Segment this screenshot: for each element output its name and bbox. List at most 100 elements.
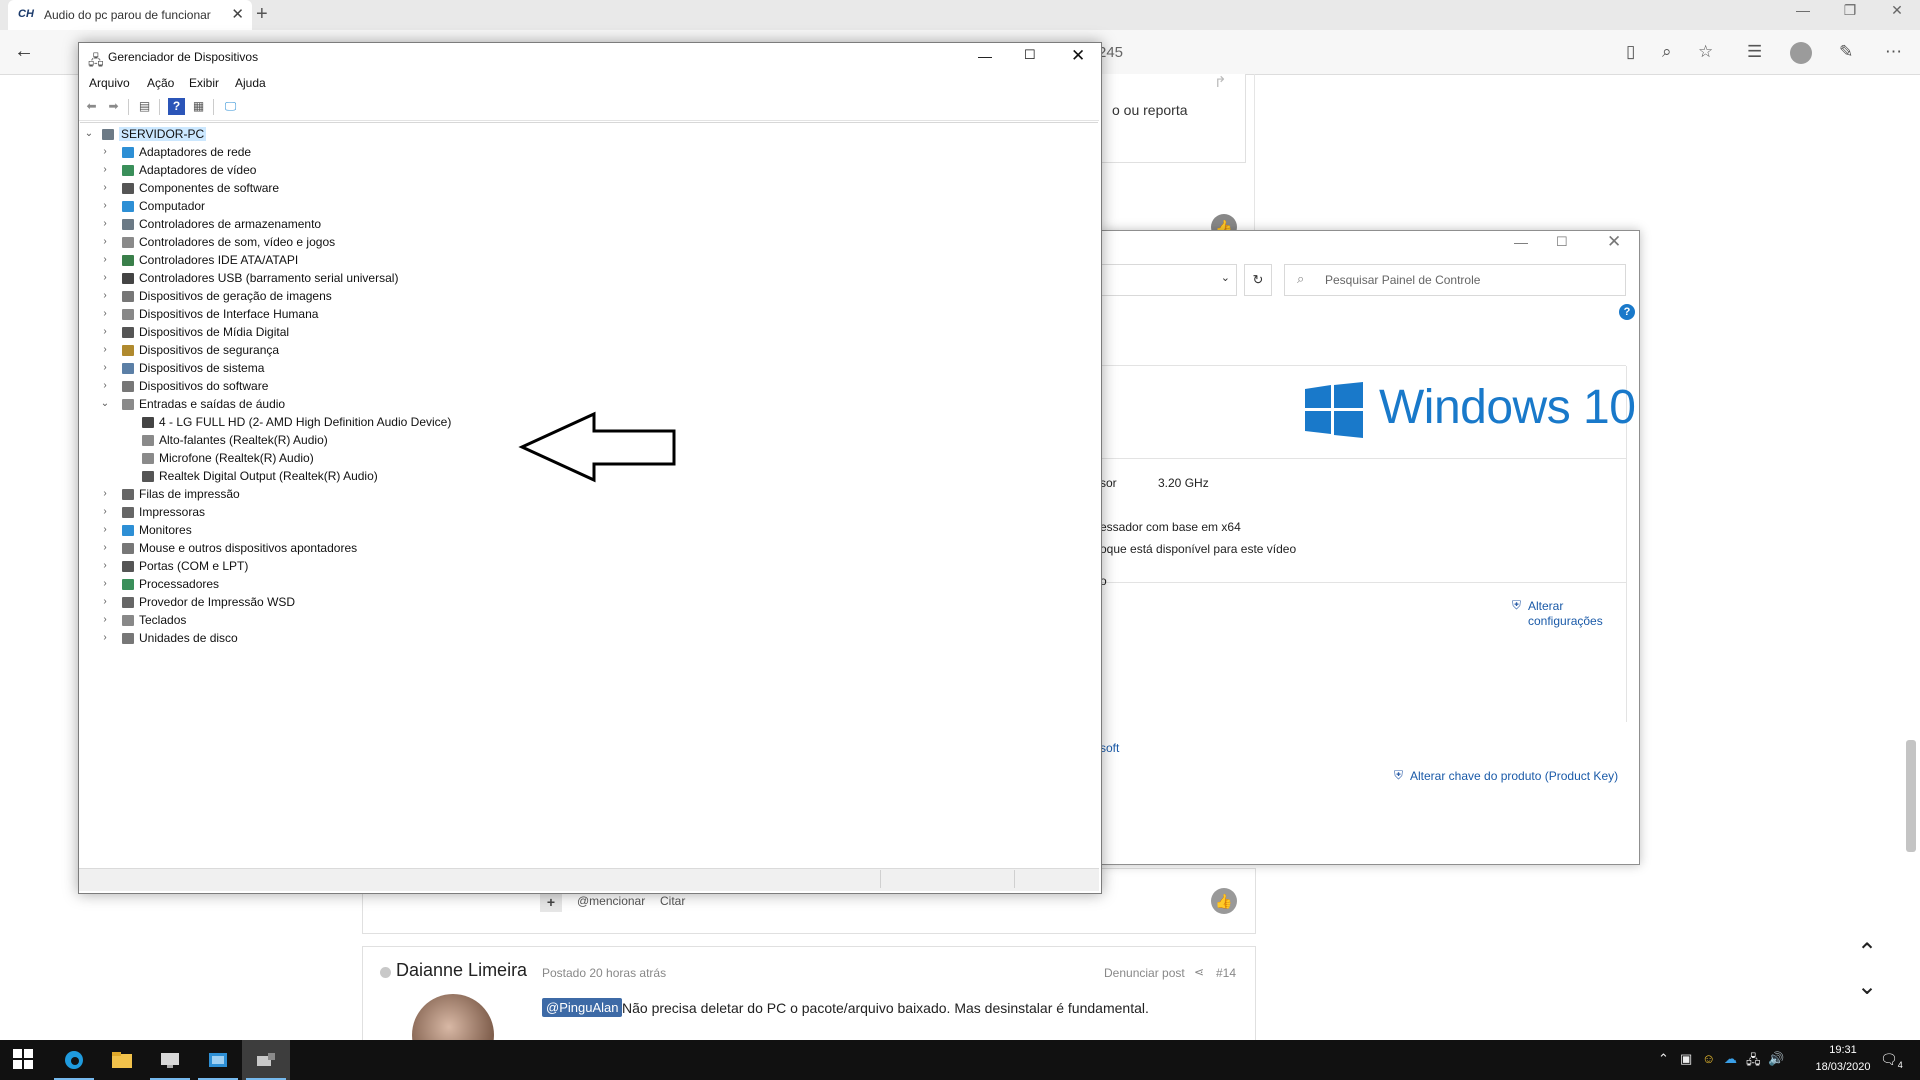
chevron-right-icon[interactable]: › <box>100 326 110 337</box>
device-category[interactable]: › Adaptadores de vídeo <box>80 162 680 180</box>
immersive-reader-icon[interactable]: ▯ <box>1626 42 1635 62</box>
chevron-right-icon[interactable]: › <box>100 290 110 301</box>
change-settings-link[interactable]: Alterar <box>1528 599 1563 613</box>
cp-close-button[interactable]: ✕ <box>1607 232 1621 252</box>
favorite-star-icon[interactable]: ☆ <box>1698 42 1713 62</box>
help-icon[interactable]: ? <box>168 98 185 115</box>
chevron-down-icon[interactable]: ⌄ <box>1221 271 1230 284</box>
device-category[interactable]: › Dispositivos de Mídia Digital <box>80 324 680 342</box>
mention-link[interactable]: @mencionar <box>577 894 645 908</box>
close-button[interactable]: ✕ <box>1071 46 1085 66</box>
taskbar-app-device-manager-active[interactable] <box>242 1040 290 1080</box>
chevron-right-icon[interactable]: › <box>100 506 110 517</box>
device-category[interactable]: › Dispositivos de Interface Humana <box>80 306 680 324</box>
new-tab-button[interactable]: + <box>256 3 268 26</box>
favorites-list-icon[interactable]: ☰ <box>1747 42 1762 62</box>
device-category[interactable]: › Portas (COM e LPT) <box>80 558 680 576</box>
chevron-right-icon[interactable]: › <box>100 488 110 499</box>
chevron-right-icon[interactable]: › <box>100 632 110 643</box>
device-category[interactable]: › Dispositivos de sistema <box>80 360 680 378</box>
chevron-right-icon[interactable]: › <box>100 560 110 571</box>
back-icon[interactable]: ⬅ <box>83 98 100 115</box>
chevron-right-icon[interactable]: › <box>100 272 110 283</box>
tray-app-icon[interactable]: ▣ <box>1680 1051 1692 1067</box>
chevron-right-icon[interactable]: › <box>100 542 110 553</box>
onedrive-icon[interactable]: ☁ <box>1724 1051 1737 1067</box>
taskbar-app-explorer[interactable] <box>98 1040 146 1080</box>
mention-plus-button[interactable]: + <box>540 892 562 912</box>
taskbar-app-device-manager[interactable] <box>146 1040 194 1080</box>
menu-ajuda[interactable]: Ajuda <box>235 76 266 90</box>
device-category[interactable]: › Dispositivos de segurança <box>80 342 680 360</box>
chevron-right-icon[interactable]: › <box>100 308 110 319</box>
taskbar-app-control-panel[interactable] <box>194 1040 242 1080</box>
share-icon[interactable]: ⋖ <box>1194 965 1204 979</box>
chevron-right-icon[interactable]: › <box>100 200 110 211</box>
device-category[interactable]: › Controladores IDE ATA/ATAPI <box>80 252 680 270</box>
maximize-browser-button[interactable]: ❐ <box>1830 2 1870 19</box>
back-arrow-icon[interactable]: ← <box>14 40 34 63</box>
share-icon[interactable]: ↱ <box>1214 73 1227 91</box>
properties-view-icon[interactable]: ▤ <box>136 98 153 115</box>
chevron-right-icon[interactable]: › <box>100 380 110 391</box>
close-tab-icon[interactable]: ✕ <box>231 5 244 23</box>
mention-tag[interactable]: @PinguAlan <box>542 998 623 1017</box>
device-category[interactable]: › Dispositivos do software <box>80 378 680 396</box>
chevron-right-icon[interactable]: › <box>100 146 110 157</box>
chevron-right-icon[interactable]: › <box>100 182 110 193</box>
device-category[interactable]: › Mouse e outros dispositivos apontadores <box>80 540 680 558</box>
cp-search-input[interactable]: ⌕ Pesquisar Painel de Controle <box>1284 264 1626 296</box>
tray-face-icon[interactable]: ☺ <box>1702 1051 1715 1066</box>
chevron-right-icon[interactable]: › <box>100 164 110 175</box>
scan-hardware-icon[interactable]: 🖵 <box>222 98 239 115</box>
change-product-key-link[interactable]: Alterar chave do produto (Product Key) <box>1410 769 1618 783</box>
cp-maximize-button[interactable]: ☐ <box>1556 234 1568 250</box>
minimize-browser-button[interactable]: — <box>1783 2 1823 18</box>
network-tray-icon[interactable]: 🖧 <box>1746 1051 1761 1073</box>
chevron-right-icon[interactable]: › <box>100 596 110 607</box>
scroll-down-icon[interactable]: ⌄ <box>1852 972 1882 1001</box>
device-category[interactable]: › Processadores <box>80 576 680 594</box>
chevron-right-icon[interactable]: › <box>100 614 110 625</box>
chevron-down-icon[interactable]: ⌄ <box>84 128 94 139</box>
like-icon[interactable]: 👍 <box>1211 888 1237 914</box>
start-icon[interactable] <box>13 1049 33 1069</box>
device-category[interactable]: › Adaptadores de rede <box>80 144 680 162</box>
chevron-right-icon[interactable]: › <box>100 218 110 229</box>
device-category[interactable]: › Componentes de software <box>80 180 680 198</box>
menu-exibir[interactable]: Exibir <box>189 76 219 90</box>
microsoft-link-fragment[interactable]: soft <box>1100 741 1119 755</box>
scroll-up-icon[interactable]: ⌃ <box>1852 938 1882 967</box>
page-scrollbar[interactable] <box>1904 76 1918 852</box>
menu-arquivo[interactable]: Arquivo <box>89 76 130 90</box>
device-category[interactable]: › Filas de impressão <box>80 486 680 504</box>
change-settings-link-line2[interactable]: configurações <box>1528 614 1603 628</box>
close-browser-button[interactable]: ✕ <box>1877 2 1917 19</box>
chevron-right-icon[interactable]: › <box>100 236 110 247</box>
chevron-down-icon[interactable]: ⌄ <box>100 398 110 409</box>
chevron-right-icon[interactable]: › <box>100 362 110 373</box>
tray-expand-icon[interactable]: ⌃ <box>1658 1051 1669 1067</box>
device-category[interactable]: › Monitores <box>80 522 680 540</box>
device-category[interactable]: › Controladores de armazenamento <box>80 216 680 234</box>
device-category[interactable]: › Impressoras <box>80 504 680 522</box>
post-number[interactable]: #14 <box>1216 966 1236 980</box>
device-category[interactable]: › Unidades de disco <box>80 630 680 648</box>
help-icon[interactable]: ? <box>1619 304 1635 320</box>
maximize-button[interactable]: ☐ <box>1024 47 1036 63</box>
share-feedback-icon[interactable]: ✎ <box>1839 42 1853 62</box>
refresh-icon[interactable]: ↻ <box>1244 264 1272 296</box>
volume-icon[interactable]: 🔊 <box>1768 1051 1784 1067</box>
cp-minimize-button[interactable]: — <box>1514 234 1528 250</box>
tree-root[interactable]: ⌄ SERVIDOR-PC <box>80 126 680 144</box>
device-category[interactable]: › Teclados <box>80 612 680 630</box>
zoom-icon[interactable]: ⌕ <box>1662 42 1672 62</box>
chevron-right-icon[interactable]: › <box>100 578 110 589</box>
chevron-right-icon[interactable]: › <box>100 344 110 355</box>
cp-address-bar[interactable]: ⌄ <box>1100 264 1237 296</box>
clock-time[interactable]: 19:31 <box>1815 1044 1871 1056</box>
minimize-button[interactable]: — <box>978 48 992 64</box>
grid-view-icon[interactable]: ▦ <box>190 98 207 115</box>
chevron-right-icon[interactable]: › <box>100 524 110 535</box>
quote-link[interactable]: Citar <box>660 894 685 908</box>
